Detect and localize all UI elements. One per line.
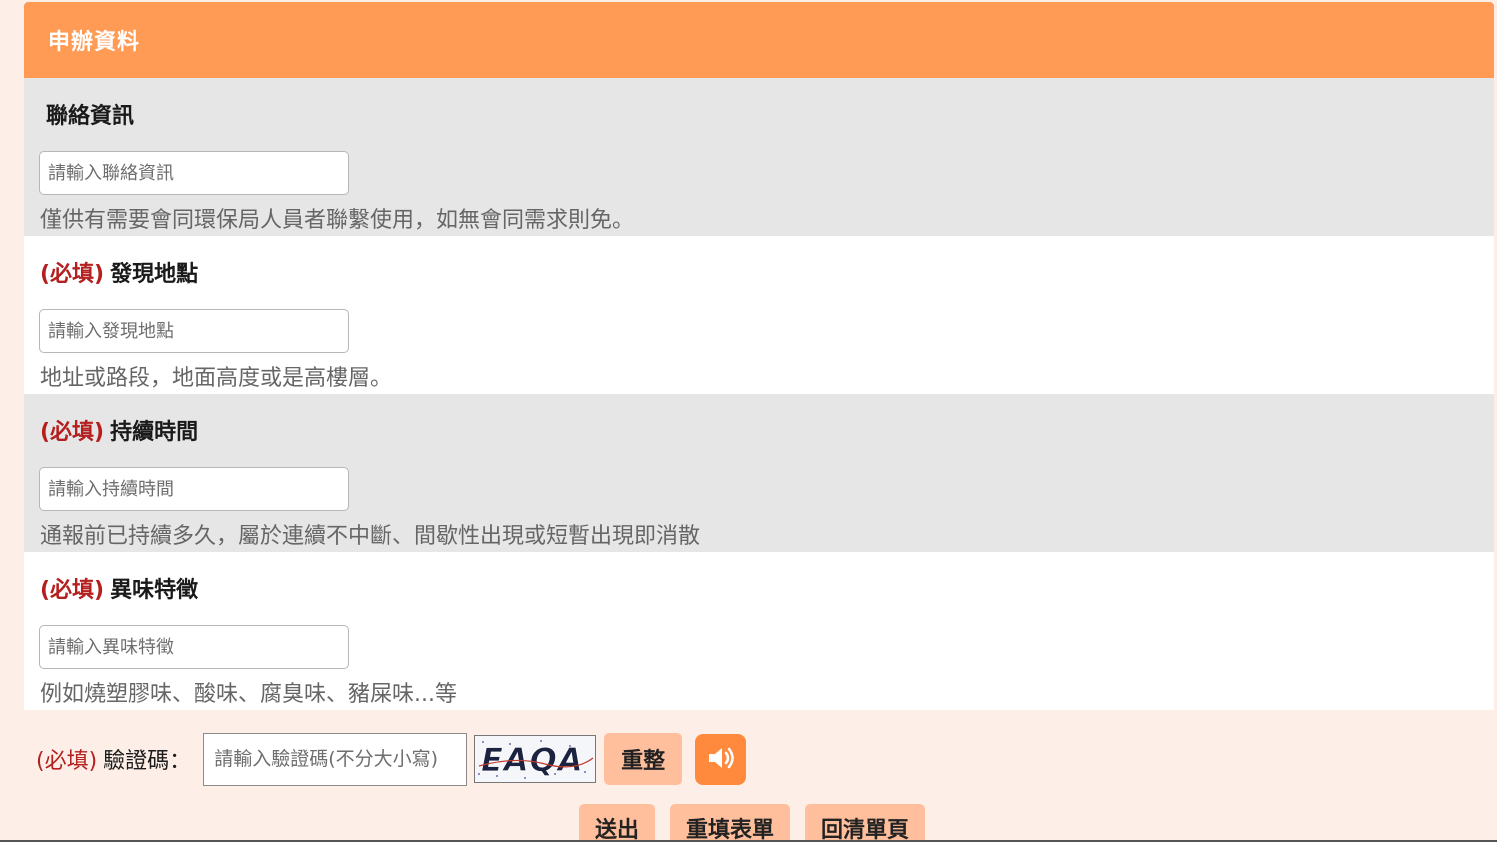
application-data-panel: 申辦資料 聯絡資訊 僅供有需要會同環保局人員者聯繫使用，如無會同需求則免。 (必… <box>24 2 1494 710</box>
field-location: (必填)發現地點 地址或路段，地面高度或是高樓層。 <box>24 236 1494 394</box>
panel-title: 申辦資料 <box>48 30 141 55</box>
captcha-image: EAQA <box>474 735 597 783</box>
page: 申辦資料 聯絡資訊 僅供有需要會同環保局人員者聯繫使用，如無會同需求則免。 (必… <box>0 0 1497 842</box>
captcha-text: EAQA <box>481 741 584 779</box>
field-label: (必填) 異味特徵 <box>40 572 198 604</box>
required-marker: (必填) <box>36 749 98 774</box>
required-marker: (必填) <box>40 578 105 603</box>
captcha-refresh-button[interactable]: 重整 <box>604 733 683 785</box>
required-marker: (必填) <box>40 262 105 287</box>
field-hint: 例如燒塑膠味、酸味、腐臭味、豬屎味...等 <box>40 682 457 707</box>
field-label-text: 異味特徵 <box>110 578 199 603</box>
required-marker: (必填) <box>40 420 105 445</box>
field-label-text: 持續時間 <box>110 420 199 445</box>
captcha-label-text: 驗證碼： <box>103 749 192 774</box>
captcha-row: (必填)驗證碼： EAQA 重整 <box>36 732 747 786</box>
field-contact-info: 聯絡資訊 僅供有需要會同環保局人員者聯繫使用，如無會同需求則免。 <box>24 78 1494 236</box>
odor-feature-input[interactable] <box>39 625 349 669</box>
contact-info-input[interactable] <box>39 151 349 195</box>
field-hint: 通報前已持續多久，屬於連續不中斷、間歇性出現或短暫出現即消散 <box>40 524 701 549</box>
location-input[interactable] <box>39 309 349 353</box>
field-label-text: 發現地點 <box>110 262 199 287</box>
field-label: 聯絡資訊 <box>40 98 134 130</box>
back-to-list-button[interactable]: 回清單頁 <box>805 804 926 842</box>
field-label: (必填) 持續時間 <box>40 414 198 446</box>
field-hint: 地址或路段，地面高度或是高樓層。 <box>40 366 393 391</box>
field-odor-feature: (必填)異味特徵 例如燒塑膠味、酸味、腐臭味、豬屎味...等 <box>24 552 1494 710</box>
field-duration: (必填)持續時間 通報前已持續多久，屬於連續不中斷、間歇性出現或短暫出現即消散 <box>24 394 1494 552</box>
duration-input[interactable] <box>39 467 349 511</box>
form-actions: 送出 重填表單 回清單頁 <box>579 804 940 842</box>
captcha-svg: EAQA <box>478 740 594 779</box>
speaker-icon <box>705 742 737 777</box>
field-label-text: 聯絡資訊 <box>46 104 135 129</box>
panel-header: 申辦資料 <box>24 2 1494 78</box>
captcha-input[interactable] <box>203 732 468 786</box>
field-hint: 僅供有需要會同環保局人員者聯繫使用，如無會同需求則免。 <box>40 208 635 233</box>
reset-form-button[interactable]: 重填表單 <box>670 804 791 842</box>
captcha-audio-button[interactable] <box>695 733 747 785</box>
captcha-label: (必填) 驗證碼： <box>36 743 191 775</box>
field-label: (必填) 發現地點 <box>40 256 198 288</box>
submit-button[interactable]: 送出 <box>579 804 656 842</box>
